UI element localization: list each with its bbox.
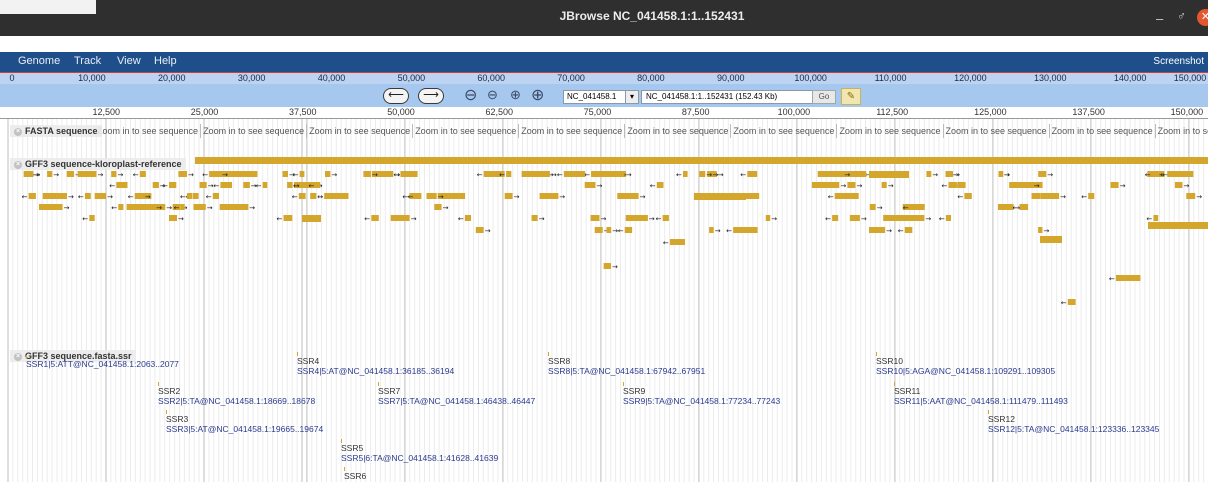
overview-tick-label: 130,000: [1033, 73, 1067, 83]
menu-bar: Genome Track View Help Screenshot: [0, 52, 1208, 72]
ssr-feature[interactable]: SSR7 SSR7|5:TA@NC_041458.1:46438..46447: [378, 382, 535, 406]
window-title: JBrowse NC_041458.1:1..152431: [559, 9, 745, 23]
ssr-feature-name: SSR4: [297, 356, 320, 366]
ruler-tick-label: 100,000: [777, 107, 811, 117]
window-titlebar: JBrowse NC_041458.1:1..152431 – ♂ ✕: [96, 0, 1208, 36]
ruler-tick-label: 137,500: [1072, 107, 1105, 117]
ruler-tick-label: 125,000: [974, 107, 1007, 117]
menu-help[interactable]: Help: [154, 55, 177, 67]
zoom-out-large-icon[interactable]: ⊖: [464, 85, 477, 105]
menu-genome[interactable]: Genome: [18, 55, 60, 67]
highlighter-icon[interactable]: ✎: [841, 88, 861, 105]
overview-tick-label: 20,000: [157, 73, 186, 83]
refseq-select[interactable]: NC_041458.1: [563, 90, 628, 104]
track-area[interactable]: Zoom in to see sequence Zoom in to see se…: [0, 119, 1208, 482]
arrow-right-icon[interactable]: ⟶: [418, 88, 444, 104]
zoom-out-icon[interactable]: ⊖: [487, 87, 498, 103]
ruler-tick-label: 12,500: [92, 107, 120, 117]
ssr-feature-description: SSR1|5:ATT@NC_041458.1:2063..2077: [26, 359, 179, 369]
close-icon[interactable]: ✕: [1197, 9, 1208, 26]
titlebar-left-edge: [0, 14, 96, 36]
overview-tick-label: 100,000: [794, 73, 827, 83]
overview-tick-label: 70,000: [557, 73, 585, 83]
ssr-feature-description: SSR5|6:TA@NC_041458.1:41628..41639: [341, 453, 499, 463]
ssr-feature-name: SSR12: [988, 414, 1015, 424]
ssr-track-features: SSR1|5:ATT@NC_041458.1:2063..2077 SSR2 SSR…: [0, 119, 1208, 482]
ssr-feature-description: SSR11|5:AAT@NC_041458.1:111479..111493: [894, 396, 1068, 406]
ssr-feature-name: SSR8: [548, 356, 571, 366]
overview-tick-label: 110,000: [874, 73, 907, 83]
ssr-feature-description: SSR3|5:AT@NC_041458.1:19665..19674: [166, 424, 324, 434]
ssr-feature[interactable]: SSR1|5:ATT@NC_041458.1:2063..2077: [26, 355, 179, 369]
overview-tick-label: 80,000: [637, 73, 665, 83]
ssr-feature[interactable]: SSR6SSR6|6:AT@NC_041458.1:42072..42083: [344, 467, 501, 482]
ssr-feature-name: SSR9: [623, 386, 646, 396]
ssr-feature-name: SSR11: [894, 386, 921, 396]
ssr-feature[interactable]: SSR5 SSR5|6:TA@NC_041458.1:41628..41639: [341, 439, 498, 463]
ssr-feature[interactable]: SSR10 SSR10|5:AGA@NC_041458.1:109291..109…: [876, 352, 1055, 376]
location-input[interactable]: NC_041458.1:1..152431 (152.43 Kb): [641, 90, 815, 104]
ssr-feature-description: SSR8|5:TA@NC_041458.1:67942..67951: [548, 366, 706, 376]
overview-tick-label: 30,000: [237, 73, 266, 83]
ssr-feature-name: SSR10: [876, 356, 903, 366]
ssr-feature-description: SSR9|5:TA@NC_041458.1:77234..77243: [623, 396, 781, 406]
ssr-feature-description: SSR10|5:AGA@NC_041458.1:109291..109305: [876, 366, 1056, 376]
overview-tick-label: 0: [9, 73, 15, 83]
menu-view[interactable]: View: [117, 55, 141, 67]
zoom-in-large-icon[interactable]: ⊕: [531, 85, 544, 105]
ssr-feature[interactable]: SSR9 SSR9|5:TA@NC_041458.1:77234..77243: [623, 382, 780, 406]
ssr-feature-description: SSR7|5:TA@NC_041458.1:46438..46447: [378, 396, 536, 406]
overview-tick-label: 140,000: [1113, 73, 1147, 83]
arrow-left-icon[interactable]: ⟵: [383, 88, 409, 104]
ssr-feature-name: SSR2: [158, 386, 181, 396]
ssr-feature[interactable]: SSR11 SSR11|5:AAT@NC_041458.1:111479..111…: [894, 382, 1068, 406]
ruler-tick-label: 25,000: [190, 107, 219, 117]
ssr-feature[interactable]: SSR3 SSR3|5:AT@NC_041458.1:19665..19674: [166, 410, 323, 434]
overview-tick-label: 120,000: [954, 73, 987, 83]
ssr-feature-description: SSR4|5:AT@NC_041458.1:36185..36194: [297, 366, 455, 376]
overview-tick-label: 150,000: [1173, 73, 1207, 83]
ssr-feature-name: SSR7: [378, 386, 401, 396]
overview-tick-label: 60,000: [477, 73, 505, 83]
overview-tick-label: 50,000: [397, 73, 426, 83]
maximize-icon[interactable]: ♂: [1177, 9, 1186, 23]
ssr-feature[interactable]: SSR2 SSR2|5:TA@NC_041458.1:18669..18678: [158, 382, 315, 406]
ssr-feature-name: SSR5: [341, 443, 364, 453]
ruler-tick-label: 62,500: [485, 107, 513, 117]
minimize-icon[interactable]: –: [1156, 11, 1163, 26]
ssr-feature-name: SSR3: [166, 414, 189, 424]
overview-tick-label: 90,000: [717, 73, 745, 83]
ssr-feature-description: SSR2|5:TA@NC_041458.1:18669..18678: [158, 396, 316, 406]
ssr-feature-name: SSR6: [344, 471, 367, 481]
navigation-bar: ⟵ ⟶ ⊖ ⊖ ⊕ ⊕ NC_041458.1 ▾ NC_041458.1:1.…: [0, 84, 1208, 107]
ssr-feature[interactable]: SSR8 SSR8|5:TA@NC_041458.1:67942..67951: [548, 352, 705, 376]
menu-track[interactable]: Track: [74, 55, 101, 67]
ruler-tick-label: 150,000: [1170, 107, 1204, 117]
ssr-feature[interactable]: SSR12 SSR12|5:TA@NC_041458.1:123336..1233…: [988, 410, 1159, 434]
ruler-tick-label: 75,000: [583, 107, 612, 117]
ruler-tick-label: 50,000: [387, 107, 415, 117]
ruler-tick-label: 37,500: [288, 107, 317, 117]
ruler-tick-label: 112,500: [876, 107, 909, 117]
ssr-feature-description: SSR12|5:TA@NC_041458.1:123336..123345: [988, 424, 1160, 434]
chevron-down-icon[interactable]: ▾: [625, 90, 639, 104]
detail-ruler: 12,500 25,000 37,500 50,000 62,500 75,000 87,5…: [0, 107, 1208, 119]
ruler-tick-label: 87,500: [681, 107, 710, 117]
overview-tick-label: 10,000: [78, 73, 106, 83]
zoom-in-icon[interactable]: ⊕: [510, 87, 521, 103]
ssr-feature[interactable]: SSR4 SSR4|5:AT@NC_041458.1:36185..36194: [297, 352, 454, 376]
screenshot-button[interactable]: Screenshot: [1153, 56, 1204, 67]
overview-tick-label: 40,000: [317, 73, 346, 83]
go-button[interactable]: Go: [812, 90, 836, 104]
